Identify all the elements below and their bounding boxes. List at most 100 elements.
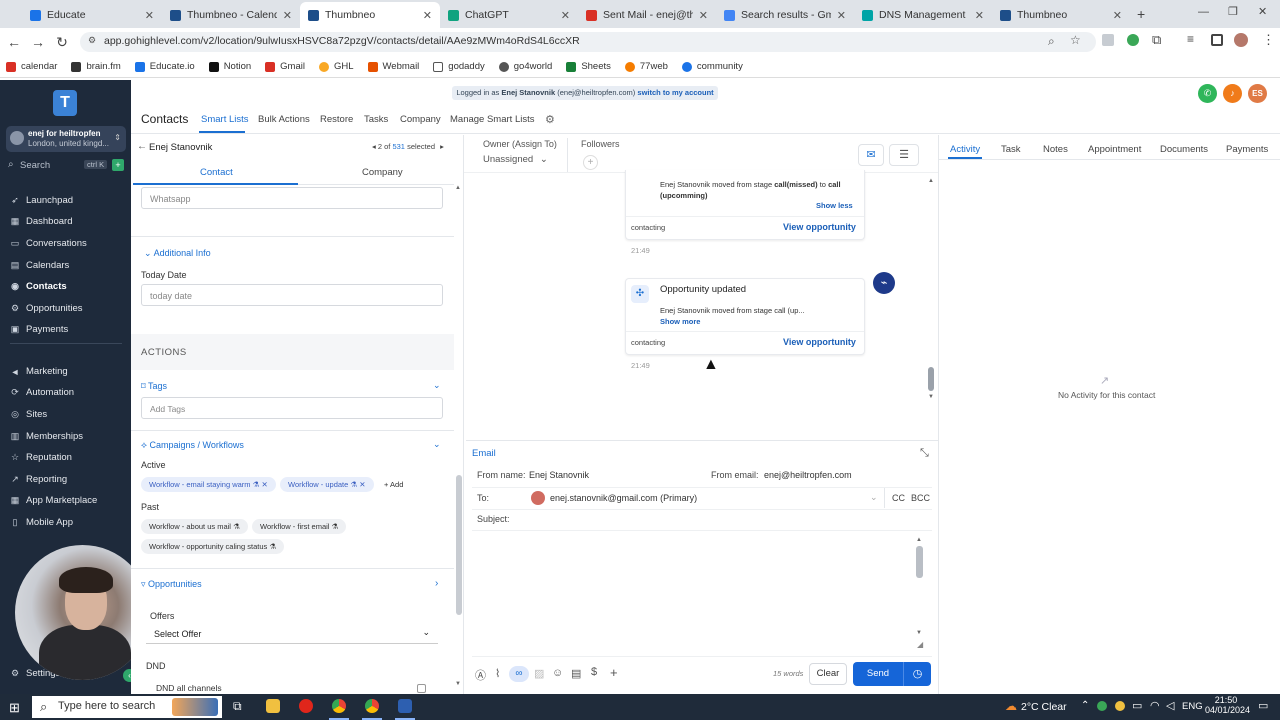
user-avatar[interactable]: ES [1248, 84, 1267, 103]
owner-select[interactable]: Unassigned ⌄ [483, 154, 548, 165]
back-icon[interactable]: ← [2, 34, 26, 50]
bookmark-item[interactable]: calendar [6, 61, 57, 72]
tab-payments[interactable]: Payments [1226, 144, 1268, 155]
chevron-down-icon[interactable]: ⌄ [433, 380, 441, 391]
sidebar-item-memberships[interactable]: ▥ Memberships [10, 431, 83, 442]
taskbar-clock[interactable]: 21:50 04/01/2024 [1205, 695, 1250, 715]
sidebar-item-app-marketplace[interactable]: ▦ App Marketplace [10, 495, 98, 506]
tray-icon[interactable] [1115, 701, 1125, 711]
notifications-icon[interactable]: ▭ [1258, 699, 1268, 712]
opportunities-section-toggle[interactable]: ▿ Opportunities [141, 579, 202, 590]
scroll-down-icon[interactable]: ▼ [928, 394, 934, 400]
tray-icon[interactable] [1097, 701, 1107, 711]
timeline-scrollbar-thumb[interactable] [928, 367, 934, 391]
browser-tab[interactable]: DNS Management ✕ [854, 2, 992, 28]
window-close-icon[interactable]: ✕ [1258, 5, 1267, 18]
schedule-send-icon[interactable]: ◷ [904, 662, 931, 686]
dnd-checkbox[interactable] [417, 684, 426, 693]
profile-avatar-icon[interactable] [1234, 33, 1248, 47]
email-filter-button[interactable]: ✉ [858, 144, 884, 166]
bookmark-item[interactable]: 77web [624, 61, 668, 72]
emoji-icon[interactable]: ☺ [552, 667, 563, 679]
nav-manage-smart-lists[interactable]: Manage Smart Lists [450, 114, 534, 125]
add-follower-button[interactable]: + [583, 155, 598, 170]
app-icon[interactable] [398, 699, 412, 713]
show-more-link[interactable]: Show more [660, 317, 700, 326]
today-date-field[interactable]: today date [141, 284, 443, 306]
sidebar-item-payments[interactable]: ▣ Payments [10, 324, 69, 335]
taskbar-search[interactable]: ⌕ Type here to search [32, 696, 222, 718]
sidebar-item-sites[interactable]: ◎ Sites [10, 409, 47, 420]
weather-text[interactable]: 2°C Clear [1021, 701, 1067, 713]
bookmark-item[interactable]: GHL [318, 61, 354, 72]
active-workflow-pill[interactable]: Workflow - email staying warm ⚗ ✕ [141, 477, 276, 492]
select-offer-dropdown[interactable]: Select Offer ⌄ [146, 624, 438, 644]
tab-activity[interactable]: Activity [950, 144, 980, 155]
sidebar-item-calendars[interactable]: ▤ Calendars [10, 260, 70, 271]
subject-input[interactable] [525, 511, 925, 529]
close-icon[interactable]: ✕ [975, 9, 984, 22]
browser-tab[interactable]: Thumbneo - Calendar - W✕ [162, 2, 300, 28]
scroll-down-icon[interactable]: ▼ [916, 630, 922, 636]
chevron-right-icon[interactable]: › [435, 578, 438, 589]
remove-icon[interactable]: ✕ [359, 480, 365, 489]
browser-tab[interactable]: Search results - Gmail He✕ [716, 2, 854, 28]
sidebar-item-mobile-app[interactable]: ▯ Mobile App [10, 517, 74, 528]
puzzle-extensions-icon[interactable]: ⧉ [1152, 32, 1161, 48]
bookmark-item[interactable]: Webmail [367, 61, 419, 72]
bookmark-star-icon[interactable]: ☆ [1070, 33, 1081, 47]
nav-bulk-actions[interactable]: Bulk Actions [258, 114, 310, 125]
nav-restore[interactable]: Restore [320, 114, 353, 125]
bookmark-item[interactable]: Notion [208, 61, 251, 72]
sidebar-item-contacts[interactable]: ◉ Contacts [10, 281, 67, 292]
to-recipient[interactable]: enej.stanovnik@gmail.com (Primary) [550, 493, 697, 503]
reload-icon[interactable]: ↻ [50, 34, 74, 51]
zoom-search-icon[interactable]: ⌕ [1048, 34, 1055, 49]
add-tags-input[interactable]: Add Tags [141, 397, 443, 419]
scroll-up-icon[interactable]: ▲ [455, 185, 461, 194]
phone-call-icon[interactable]: ✆ [1198, 84, 1217, 103]
active-workflow-pill[interactable]: Workflow - update ⚗ ✕ [280, 477, 374, 492]
browser-tab[interactable]: Educate ✕ [22, 2, 162, 28]
switch-account-link[interactable]: switch to my account [637, 88, 713, 97]
collapse-composer-icon[interactable]: ⤡ [920, 447, 929, 460]
volume-icon[interactable]: ◁ [1166, 699, 1174, 712]
extension-icon[interactable] [1102, 34, 1114, 46]
sidebar-item-automation[interactable]: ⟳ Automation [10, 387, 74, 398]
back-arrow-icon[interactable]: ← [137, 141, 147, 152]
sidebar-item-launchpad[interactable]: ➶ Launchpad [10, 195, 73, 206]
task-view-icon[interactable]: ⧉ [233, 699, 242, 714]
close-icon[interactable]: ✕ [1113, 9, 1122, 22]
settings-gear-icon[interactable]: ⚙ [545, 113, 555, 126]
resize-handle-icon[interactable]: ◢ [917, 640, 923, 649]
campaigns-section-toggle[interactable]: ⟡ Campaigns / Workflows [141, 440, 244, 451]
close-icon[interactable]: ✕ [283, 9, 292, 22]
sidebar-item-reporting[interactable]: ↗ Reporting [10, 474, 67, 485]
sidebar-item-marketing[interactable]: ◄ Marketing [10, 366, 68, 377]
dollar-icon[interactable]: $ [591, 666, 597, 678]
text-format-icon[interactable]: Ⓐ [475, 667, 486, 683]
browser-tab-active[interactable]: Thumbneo ✕ [300, 2, 440, 28]
chevron-down-icon[interactable]: ⌄ [433, 439, 441, 450]
media-control-icon[interactable]: ≡ [1187, 32, 1194, 46]
nav-smart-lists[interactable]: Smart Lists [201, 114, 249, 125]
nav-tasks[interactable]: Tasks [364, 114, 388, 125]
tab-appointment[interactable]: Appointment [1088, 144, 1141, 155]
tab-task[interactable]: Task [1001, 144, 1021, 155]
url-input[interactable]: ⚙ app.gohighlevel.com/v2/location/9ulwIus… [80, 32, 1096, 52]
opera-icon[interactable] [299, 699, 313, 713]
forward-icon[interactable]: → [26, 34, 50, 50]
prev-record-icon[interactable]: ◂ [372, 142, 376, 151]
extension-icon[interactable] [1127, 34, 1139, 46]
chrome-icon[interactable] [365, 699, 379, 713]
editor-scrollbar-thumb[interactable] [916, 546, 923, 578]
windows-start-icon[interactable]: ⊞ [9, 700, 20, 716]
cc-button[interactable]: CC [892, 493, 905, 503]
plus-icon[interactable]: + [610, 665, 618, 680]
bookmark-item[interactable]: community [681, 61, 743, 72]
tray-chevron-icon[interactable]: ⌃ [1081, 700, 1089, 711]
browser-tab[interactable]: Thumbneo ✕ [992, 2, 1130, 28]
tags-section-toggle[interactable]: ⌑ Tags [141, 381, 167, 392]
send-button[interactable]: Send [853, 662, 903, 686]
sidebar-search[interactable]: ⌕ Search ctrl K + [6, 158, 124, 174]
